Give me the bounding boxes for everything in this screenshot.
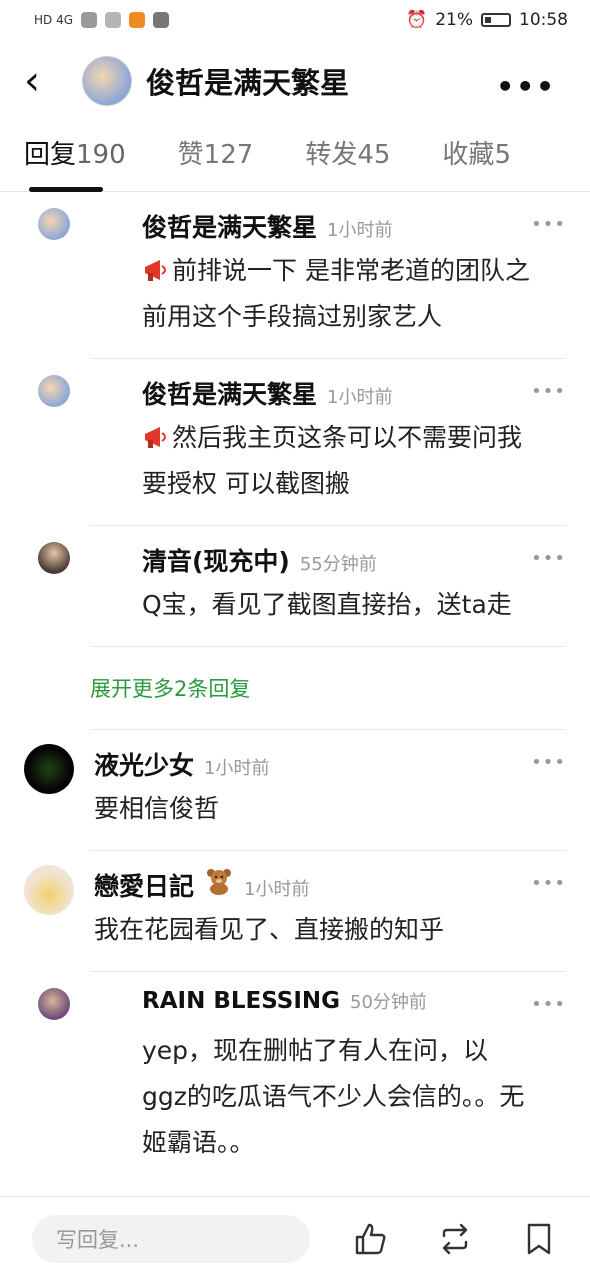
- app-icon: [129, 12, 146, 28]
- status-bar: HD 4G ⏰ 21% 10:58: [0, 0, 590, 40]
- page-title: 俊哲是满天繁星: [146, 66, 350, 100]
- timestamp: 50分钟前: [350, 992, 427, 1013]
- author-name[interactable]: 液光少女: [94, 746, 194, 782]
- reply-text: 然后我主页这条可以不需要问我要授权 可以截图搬: [142, 423, 523, 498]
- alarm-icon: ⏰: [406, 10, 428, 30]
- timestamp: 55分钟前: [299, 554, 377, 575]
- tab-reposts[interactable]: 转发45: [305, 134, 390, 191]
- timestamp: 1小时前: [204, 758, 270, 779]
- tab-likes[interactable]: 赞127: [178, 134, 254, 191]
- author-name[interactable]: 俊哲是满天繁星: [142, 375, 317, 411]
- app-icon: [153, 12, 170, 28]
- reply-text: 前排说一下 是非常老道的团队之前用这个手段搞过别家艺人: [142, 256, 530, 331]
- avatar[interactable]: [82, 56, 132, 106]
- avatar[interactable]: [38, 208, 70, 240]
- timestamp: 1小时前: [327, 220, 393, 241]
- repost-icon[interactable]: [436, 1220, 474, 1258]
- teddy-bear-icon: [207, 869, 232, 895]
- timestamp: 1小时前: [327, 387, 393, 408]
- author-name[interactable]: 戀愛日記: [94, 867, 194, 903]
- chevron-left-icon[interactable]: ‹: [24, 61, 64, 101]
- avatar[interactable]: [38, 375, 70, 407]
- network-indicator: HD 4G: [34, 13, 74, 27]
- avatar[interactable]: [24, 865, 74, 915]
- app-icon: [105, 12, 122, 28]
- sub-reply[interactable]: 俊哲是满天繁星 1小时前 ••• 前排说一下 是非常老道的团队之前用这个手段搞过…: [38, 192, 566, 359]
- author-name[interactable]: 清音(现充中): [142, 542, 290, 578]
- app-icon: [81, 12, 98, 28]
- tab-favorites[interactable]: 收藏5: [442, 134, 511, 191]
- battery-percent: 21%: [435, 10, 473, 30]
- sub-reply[interactable]: 清音(现充中) 55分钟前 ••• Q宝，看见了截图直接抬，送ta走: [38, 526, 566, 647]
- more-dots-icon[interactable]: •••: [531, 873, 566, 894]
- timestamp: 1小时前: [244, 879, 310, 900]
- thumbs-up-icon[interactable]: [352, 1220, 390, 1258]
- avatar[interactable]: [38, 988, 70, 1020]
- battery-icon: [481, 13, 511, 27]
- header: ‹ 俊哲是满天繁星 •••: [0, 40, 590, 122]
- tab-bar: 回复190 赞127 转发45 收藏5: [0, 122, 590, 192]
- megaphone-icon: [145, 260, 166, 281]
- main-reply[interactable]: 戀愛日記 1小时前 ••• 我在花园看见了、直接搬的知乎: [0, 851, 590, 971]
- clock: 10:58: [519, 10, 568, 30]
- megaphone-icon: [145, 427, 166, 448]
- main-reply[interactable]: 液光少女 1小时前 ••• 要相信俊哲: [0, 730, 590, 850]
- more-dots-icon[interactable]: •••: [531, 752, 566, 773]
- sub-reply[interactable]: RAIN BLESSING 50分钟前 ••• yep，现在删帖了有人在问，以g…: [38, 972, 566, 1184]
- tab-replies[interactable]: 回复190: [24, 134, 126, 191]
- expand-more-replies-link[interactable]: 展开更多2条回复: [90, 647, 566, 730]
- reply-input[interactable]: 写回复...: [32, 1214, 310, 1263]
- more-dots-icon[interactable]: •••: [531, 548, 566, 569]
- reply-text: Q宝，看见了截图直接抬，送ta走: [142, 590, 512, 619]
- sub-reply[interactable]: 俊哲是满天繁星 1小时前 ••• 然后我主页这条可以不需要问我要授权 可以截图搬: [38, 359, 566, 526]
- reply-text: 要相信俊哲: [94, 794, 220, 823]
- more-dots-icon[interactable]: •••: [496, 70, 556, 103]
- more-dots-icon[interactable]: •••: [531, 381, 566, 402]
- more-dots-icon[interactable]: •••: [531, 994, 566, 1015]
- bottom-bar: 写回复...: [0, 1196, 590, 1280]
- avatar[interactable]: [24, 744, 74, 794]
- avatar[interactable]: [38, 542, 70, 574]
- author-name[interactable]: RAIN BLESSING: [142, 988, 340, 1014]
- more-dots-icon[interactable]: •••: [531, 214, 566, 235]
- author-name[interactable]: 俊哲是满天繁星: [142, 208, 317, 244]
- reply-text: yep，现在删帖了有人在问，以ggz的吃瓜语气不少人会信的。。无姬霸语。。: [142, 1036, 525, 1157]
- bookmark-icon[interactable]: [520, 1220, 558, 1258]
- reply-text: 我在花园看见了、直接搬的知乎: [94, 915, 445, 944]
